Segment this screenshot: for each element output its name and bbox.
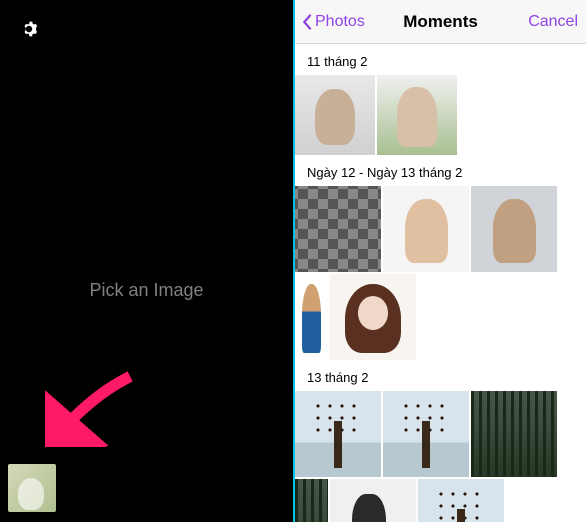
editor-panel: Pick an Image: [0, 0, 293, 522]
photo-thumbnail[interactable]: [295, 479, 328, 522]
section-header: Ngày 12 - Ngày 13 tháng 2: [295, 155, 586, 186]
photo-grid: [295, 186, 586, 360]
settings-button[interactable]: [18, 18, 40, 45]
photo-thumbnail[interactable]: [330, 479, 416, 522]
photo-grid-scroll[interactable]: 11 tháng 2 Ngày 12 - Ngày 13 tháng 2 13 …: [295, 44, 586, 522]
image-picker-button[interactable]: [8, 464, 56, 512]
hint-arrow: [45, 367, 140, 452]
section-header: 13 tháng 2: [295, 360, 586, 391]
photo-grid: [295, 75, 586, 155]
empty-state-text: Pick an Image: [0, 280, 293, 301]
photo-thumbnail[interactable]: [377, 75, 457, 155]
photo-thumbnail[interactable]: [418, 479, 504, 522]
back-button[interactable]: Photos: [301, 13, 365, 31]
photo-thumbnail[interactable]: [471, 391, 557, 477]
photo-thumbnail[interactable]: [383, 391, 469, 477]
photo-picker-panel: Photos Moments Cancel 11 tháng 2 Ngày 12…: [293, 0, 586, 522]
photo-thumbnail[interactable]: [295, 274, 328, 360]
photo-thumbnail[interactable]: [383, 186, 469, 272]
photo-thumbnail[interactable]: [295, 186, 381, 272]
gear-icon: [18, 18, 40, 40]
photo-thumbnail[interactable]: [330, 274, 416, 360]
cancel-button[interactable]: Cancel: [528, 13, 578, 31]
chevron-left-icon: [301, 13, 313, 31]
back-label: Photos: [315, 13, 365, 31]
photo-thumbnail[interactable]: [295, 75, 375, 155]
photo-thumbnail[interactable]: [471, 186, 557, 272]
section-header: 11 tháng 2: [295, 44, 586, 75]
photo-thumbnail[interactable]: [295, 391, 381, 477]
photo-grid: [295, 391, 586, 522]
nav-bar: Photos Moments Cancel: [295, 0, 586, 44]
